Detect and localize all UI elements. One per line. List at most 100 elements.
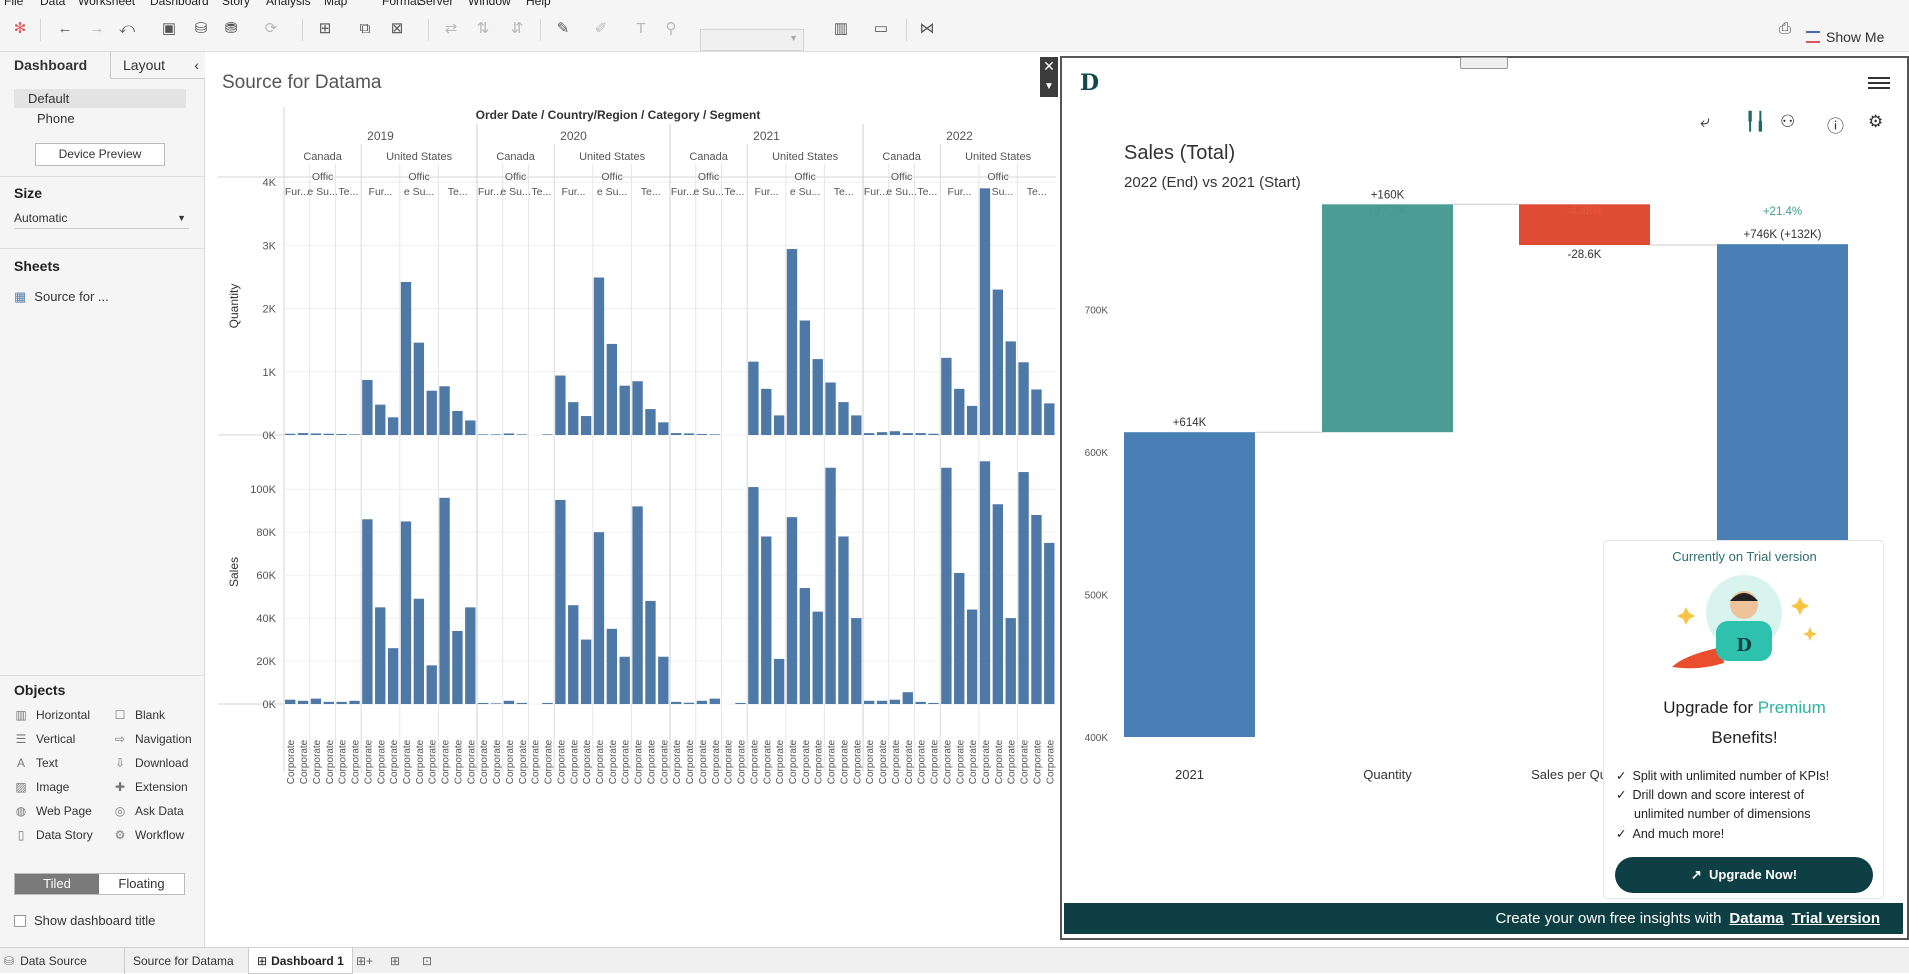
redo-dropdown-icon[interactable]: ⤺ <box>114 17 140 41</box>
save-icon[interactable]: ▣ <box>156 17 182 41</box>
sales-bar <box>568 605 579 704</box>
swap-icon[interactable]: ⇄ <box>438 17 464 41</box>
benefit-item: ✓ And much more! <box>1616 827 1725 841</box>
menu-item-help[interactable]: Help <box>526 0 551 8</box>
menu-item-analysis[interactable]: Analysis <box>266 0 311 8</box>
object-text[interactable]: A Text <box>14 754 58 772</box>
presentation-icon[interactable]: ▭ <box>868 17 894 41</box>
object-blank[interactable]: ☐ Blank <box>113 706 165 724</box>
new-sheet-icon[interactable]: ⊞ <box>312 17 338 41</box>
sort-asc-icon[interactable]: ⇅ <box>470 17 496 41</box>
quantity-bar <box>1031 389 1042 435</box>
menu-item-map[interactable]: Map <box>324 0 347 8</box>
object-ask-data[interactable]: ◎ Ask Data <box>113 802 184 820</box>
object-data-story[interactable]: ▯ Data Story <box>14 826 93 844</box>
new-worksheet-icon[interactable]: ⊞+ <box>356 948 373 974</box>
benefits-heading: Benefits! <box>1711 728 1778 747</box>
tab-dashboard-1[interactable]: ⊞ Dashboard 1 <box>248 948 353 974</box>
segment-label: Corporate <box>286 739 297 784</box>
object-web-page[interactable]: ◍ Web Page <box>14 802 92 820</box>
show-me-button[interactable]: Show Me <box>1806 29 1884 51</box>
sort-desc-icon[interactable]: ⇵ <box>504 17 530 41</box>
sales-bar <box>658 656 669 704</box>
highlight-icon[interactable]: ✎ <box>550 17 576 41</box>
segment-label: Corporate <box>582 739 593 784</box>
duplicate-sheet-icon[interactable]: ⧉ <box>352 17 378 41</box>
sales-bar <box>619 656 630 704</box>
category-header: e Su... <box>500 186 530 198</box>
segment-label: Corporate <box>325 739 336 784</box>
datama-link[interactable]: Datama <box>1729 910 1783 927</box>
segment-label: Corporate <box>428 739 439 784</box>
menu-item-server[interactable]: Server <box>418 0 453 8</box>
image-icon: ▨ <box>15 780 27 794</box>
quantity-bar <box>838 402 849 435</box>
device-phone[interactable]: Phone <box>37 111 75 126</box>
device-preview-button[interactable]: Device Preview <box>35 143 165 166</box>
segment-label: Corporate <box>441 739 452 784</box>
object-workflow[interactable]: ⚙ Workflow <box>113 826 185 844</box>
pin-icon[interactable]: ⚲ <box>658 17 684 41</box>
label-icon[interactable]: T <box>628 17 654 41</box>
floating-button[interactable]: Floating <box>99 874 184 894</box>
quantity-bar <box>966 405 978 435</box>
sales-tick: 60K <box>256 570 276 582</box>
more-options-icon: ▼ <box>1044 81 1054 92</box>
quantity-bar <box>992 289 1004 435</box>
new-story-icon[interactable]: ⊡ <box>422 948 432 974</box>
undo-icon[interactable]: ← <box>52 17 78 41</box>
menu-item-format[interactable]: Format <box>382 0 420 8</box>
new-datasource-icon[interactable]: ⛁ <box>188 17 214 41</box>
fit-dropdown[interactable]: ▼ <box>700 29 804 51</box>
sales-tick: 100K <box>250 484 276 496</box>
menu-item-data[interactable]: Data <box>40 0 65 8</box>
share-icon[interactable]: ⋈ <box>914 17 940 41</box>
category-header: Te... <box>724 186 744 198</box>
bar-value-label: +160K <box>1371 189 1405 201</box>
new-dashboard-icon[interactable]: ⊞ <box>390 948 400 974</box>
sales-bar <box>941 467 952 704</box>
show-title-checkbox[interactable]: Show dashboard title <box>14 912 155 930</box>
trial-version-link[interactable]: Trial version <box>1792 910 1880 927</box>
group-icon[interactable]: ✐ <box>588 17 614 41</box>
show-cards-icon[interactable]: ▥ <box>828 17 854 41</box>
size-dropdown[interactable]: Automatic ▼ <box>14 209 189 229</box>
sheet-item[interactable]: ▦ Source for ... <box>14 289 109 305</box>
object-extension[interactable]: ✚ Extension <box>113 778 188 796</box>
object-horizontal[interactable]: ▥ Horizontal <box>14 706 90 724</box>
quantity-bar <box>812 359 823 435</box>
menu-item-worksheet[interactable]: Worksheet <box>78 0 135 8</box>
quantity-bar <box>696 434 708 435</box>
redo-icon[interactable]: → <box>84 17 110 41</box>
object-navigation[interactable]: ⇨ Navigation <box>113 730 192 748</box>
extension-close-button[interactable]: ✕ ▼ <box>1040 57 1058 97</box>
sales-bar <box>954 572 965 704</box>
tiled-button[interactable]: Tiled <box>15 874 99 894</box>
sales-bar <box>864 700 875 704</box>
sales-bar <box>709 698 720 704</box>
sales-bar <box>979 461 991 704</box>
menu-item-dashboard[interactable]: Dashboard <box>150 0 209 8</box>
menu-item-story[interactable]: Story <box>222 0 250 8</box>
object-image[interactable]: ▨ Image <box>14 778 69 796</box>
tableau-logo-icon[interactable]: ✻ <box>7 17 33 41</box>
dashboard-icon: ⊞ <box>257 954 268 968</box>
segment-label: Corporate <box>698 739 709 784</box>
sales-bar <box>696 700 708 704</box>
datasource-icon[interactable]: ⛃ <box>218 17 244 41</box>
object-vertical[interactable]: ☰ Vertical <box>14 730 76 748</box>
tab-layout[interactable]: Layout ‹ <box>110 52 205 79</box>
device-default[interactable]: Default <box>28 91 69 106</box>
refresh-icon[interactable]: ⟳ <box>258 17 284 41</box>
upgrade-now-button[interactable]: ↗ Upgrade Now! <box>1615 857 1873 893</box>
tab-dashboard[interactable]: Dashboard <box>14 52 87 79</box>
segment-label: Corporate <box>569 739 580 784</box>
menu-item-file[interactable]: File <box>4 0 23 8</box>
clear-sheet-icon[interactable]: ⊠ <box>384 17 410 41</box>
object-download[interactable]: ⇩ Download <box>113 754 188 772</box>
tab-source-sheet[interactable]: Source for Datama <box>124 948 242 974</box>
worksheet-chart[interactable]: Order Date / Country/Region / Category /… <box>206 52 1056 947</box>
tab-data-source[interactable]: ⛁ Data Source <box>4 948 87 974</box>
menu-item-window[interactable]: Window <box>468 0 511 8</box>
bookmark-icon[interactable]: ⎙ <box>1772 17 1798 41</box>
